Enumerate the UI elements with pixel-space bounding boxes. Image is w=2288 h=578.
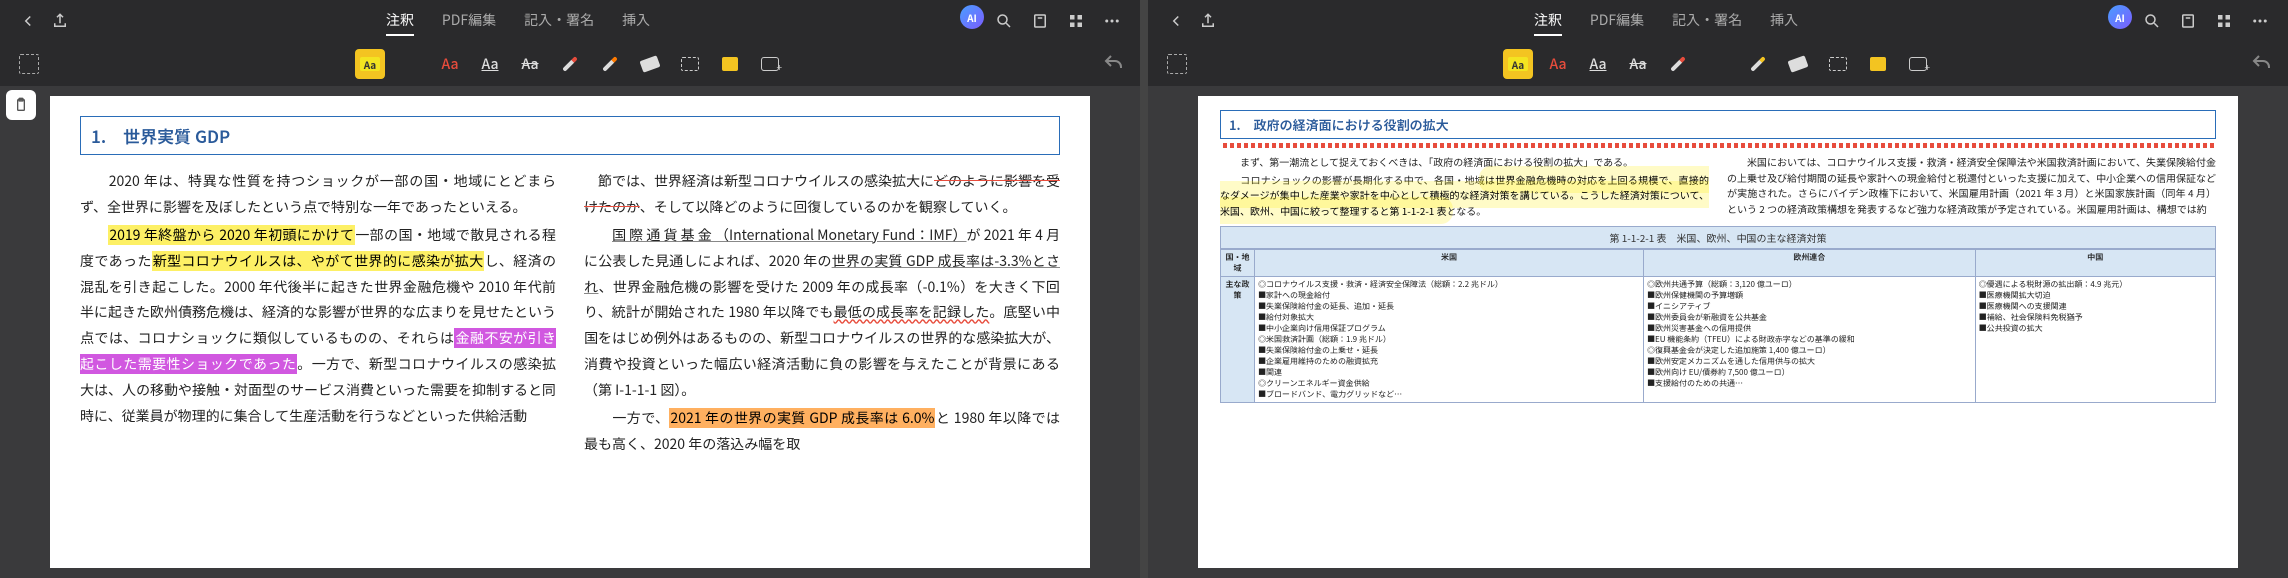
eraser-tool[interactable]	[635, 49, 665, 79]
topbar: 注釈 PDF編集 記入・署名 挿入 AI	[0, 0, 1140, 42]
more-icon[interactable]	[2244, 5, 2276, 37]
column-left: 2020 年は、特異な性質を持つショックが一部の国・地域にとどまらず、全世界に影…	[80, 169, 556, 460]
pen-tool-yellow[interactable]	[1743, 49, 1773, 79]
stamp-tool[interactable]	[755, 49, 785, 79]
column-left: まず、第一潮流として捉えておくべきは、「政府の経済面における役割の拡大」である。…	[1220, 154, 1709, 220]
section-heading: 1. 政府の経済面における役割の拡大	[1220, 110, 2216, 139]
tab-pdf-edit[interactable]: PDF編集	[1590, 6, 1644, 36]
sticky-note-tool[interactable]	[715, 49, 745, 79]
pdf-page: 1. 政府の経済面における役割の拡大 まず、第一潮流として捉えておくべきは、「政…	[1198, 96, 2238, 568]
table-row-header: 主な政策	[1221, 277, 1255, 403]
tab-insert[interactable]: 挿入	[622, 6, 650, 36]
tab-fill-sign[interactable]: 記入・署名	[524, 6, 594, 36]
ai-badge[interactable]: AI	[2108, 5, 2132, 29]
circle-color-tool[interactable]	[1703, 49, 1733, 79]
select-area-icon[interactable]	[1162, 49, 1192, 79]
strikethrough-tool[interactable]: Aa	[1623, 49, 1653, 79]
paragraph: 国 際 通 貨 基 金 （International Monetary Fund…	[584, 223, 1060, 404]
underline-tool[interactable]: Aa	[475, 49, 505, 79]
bookmark-icon[interactable]	[2172, 5, 2204, 37]
stamp-tool[interactable]	[1903, 49, 1933, 79]
annotation-toolbar: Aa Aa Aa Aa	[1148, 42, 2288, 86]
column-right: 米国においては、コロナウイルス支援・救済・経済安全保障法や米国救済計画において、…	[1727, 154, 2216, 220]
highlight-yellow: 2019 年終盤から 2020 年初頭にかけて	[108, 225, 355, 245]
paragraph: 2019 年終盤から 2020 年初頭にかけて一部の国・地域で散見される程度であ…	[80, 223, 556, 430]
table-cell: ◎欧州共通予算（総額：3,120 億ユーロ）■欧州保健機関の予算増額■イニシアテ…	[1644, 277, 1976, 403]
paragraph: 一方で、2021 年の世界の実質 GDP 成長率は 6.0%と 1980 年以降…	[584, 406, 1060, 458]
table-cell: ◎コロナウイルス支援・救済・経済安全保障法（総額：2.2 兆ドル）■家計への現金…	[1255, 277, 1644, 403]
wavy-underline-red	[1220, 143, 2216, 148]
share-icon[interactable]	[1192, 5, 1224, 37]
table-header: 米国	[1255, 250, 1644, 277]
eraser-tool[interactable]	[1783, 49, 1813, 79]
pen-tool-alt[interactable]	[595, 49, 625, 79]
paragraph: 米国においては、コロナウイルス支援・救済・経済安全保障法や米国救済計画において、…	[1727, 154, 2216, 216]
topbar: 注釈 PDF編集 記入・署名 挿入 AI	[1148, 0, 2288, 42]
share-icon[interactable]	[44, 5, 76, 37]
paragraph: まず、第一潮流として捉えておくべきは、「政府の経済面における役割の拡大」である。	[1220, 154, 1709, 170]
left-pane: 注釈 PDF編集 記入・署名 挿入 AI Aa Aa Aa Aa 1. 世界実質…	[0, 0, 1140, 578]
grid-icon[interactable]	[1060, 5, 1092, 37]
page-area[interactable]: 1. 世界実質 GDP 2020 年は、特異な性質を持つショックが一部の国・地域…	[0, 86, 1140, 578]
shape-tool[interactable]	[1823, 49, 1853, 79]
pdf-page: 1. 世界実質 GDP 2020 年は、特異な性質を持つショックが一部の国・地域…	[50, 96, 1090, 568]
annotation-toolbar: Aa Aa Aa Aa	[0, 42, 1140, 86]
paragraph: 2020 年は、特異な性質を持つショックが一部の国・地域にとどまらず、全世界に影…	[80, 169, 556, 221]
back-icon[interactable]	[12, 5, 44, 37]
text-color-tool[interactable]: Aa	[435, 49, 465, 79]
policy-table: 国・地域 米国 欧州連合 中国 主な政策 ◎コロナウイルス支援・救済・経済安全保…	[1220, 249, 2216, 403]
highlight-tool-selected[interactable]: Aa	[355, 49, 385, 79]
sticky-note-tool[interactable]	[1863, 49, 1893, 79]
highlight-orange: 2021 年の世界の実質 GDP 成長率は 6.0%	[669, 408, 935, 428]
pen-tool-red[interactable]	[555, 49, 585, 79]
pen-tool-red[interactable]	[1663, 49, 1693, 79]
underline: 国 際 通 貨 基 金 （International Monetary Fund…	[612, 225, 967, 245]
table-title: 第 1-1-2-1 表 米国、欧州、中国の主な経済対策	[1220, 226, 2216, 249]
clipboard-floating-icon[interactable]	[6, 90, 36, 120]
highlight-tool-selected[interactable]: Aa	[1503, 49, 1533, 79]
circle-color-tool[interactable]	[395, 49, 425, 79]
highlight-yellow: 新型コロナウイルスは、やがて世界的に感染が拡大	[152, 251, 485, 271]
table-cell: ◎優遇による税財源の拡出額：4.9 兆元）■医療機関拡大切迫■医療機関への支援関…	[1975, 277, 2215, 403]
table-header: 中国	[1975, 250, 2215, 277]
select-area-icon[interactable]	[14, 49, 44, 79]
page-area[interactable]: 1. 政府の経済面における役割の拡大 まず、第一潮流として捉えておくべきは、「政…	[1148, 86, 2288, 578]
tab-fill-sign[interactable]: 記入・署名	[1672, 6, 1742, 36]
tab-pdf-edit[interactable]: PDF編集	[442, 6, 496, 36]
column-right: 節では、世界経済は新型コロナウイルスの感染拡大にどのように影響を受けたのか、そし…	[584, 169, 1060, 460]
paragraph: コロナショックの影響が長期化する中で、各国・地域は世界金融危機時の対応を上回る規…	[1220, 172, 1709, 219]
top-tabs: 注釈 PDF編集 記入・署名 挿入	[76, 6, 960, 36]
top-tabs: 注釈 PDF編集 記入・署名 挿入	[1224, 6, 2108, 36]
underline-tool[interactable]: Aa	[1583, 49, 1613, 79]
search-icon[interactable]	[988, 5, 1020, 37]
grid-icon[interactable]	[2208, 5, 2240, 37]
ai-badge[interactable]: AI	[960, 5, 984, 29]
undo-icon[interactable]	[2250, 52, 2274, 76]
section-heading: 1. 世界実質 GDP	[80, 116, 1060, 155]
undo-icon[interactable]	[1102, 52, 1126, 76]
right-pane: 注釈 PDF編集 記入・署名 挿入 AI Aa Aa Aa Aa 1. 政府の経…	[1148, 0, 2288, 578]
tab-insert[interactable]: 挿入	[1770, 6, 1798, 36]
bookmark-icon[interactable]	[1024, 5, 1056, 37]
tab-annotate[interactable]: 注釈	[1534, 6, 1562, 36]
more-icon[interactable]	[1096, 5, 1128, 37]
text-color-tool[interactable]: Aa	[1543, 49, 1573, 79]
underline-wavy: 最低の成長率を記録した	[834, 302, 990, 322]
back-icon[interactable]	[1160, 5, 1192, 37]
search-icon[interactable]	[2136, 5, 2168, 37]
paragraph: 節では、世界経済は新型コロナウイルスの感染拡大にどのように影響を受けたのか、そし…	[584, 169, 1060, 221]
strikethrough-tool[interactable]: Aa	[515, 49, 545, 79]
shape-tool[interactable]	[675, 49, 705, 79]
table-header: 国・地域	[1221, 250, 1255, 277]
tab-annotate[interactable]: 注釈	[386, 6, 414, 36]
table-header: 欧州連合	[1644, 250, 1976, 277]
